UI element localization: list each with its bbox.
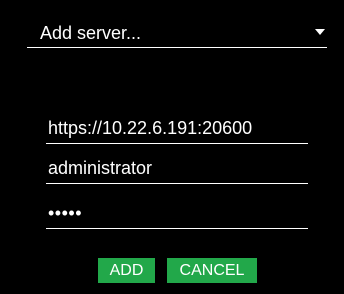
caret-down-icon[interactable] — [315, 29, 325, 35]
password-input[interactable]: ••••• — [46, 201, 308, 229]
username-value: administrator — [48, 158, 153, 178]
username-input[interactable]: administrator — [46, 156, 308, 184]
password-value: ••••• — [48, 203, 83, 223]
add-button[interactable]: ADD — [98, 258, 155, 283]
server-select-label: Add server... — [40, 23, 142, 43]
cancel-button[interactable]: CANCEL — [167, 258, 257, 283]
server-select-dropdown[interactable]: Add server... — [27, 18, 327, 48]
server-url-value: https://10.22.6.191:20600 — [48, 118, 253, 138]
add-server-dialog: Add server... https://10.22.6.191:20600 … — [0, 0, 344, 294]
server-url-input[interactable]: https://10.22.6.191:20600 — [46, 116, 308, 144]
